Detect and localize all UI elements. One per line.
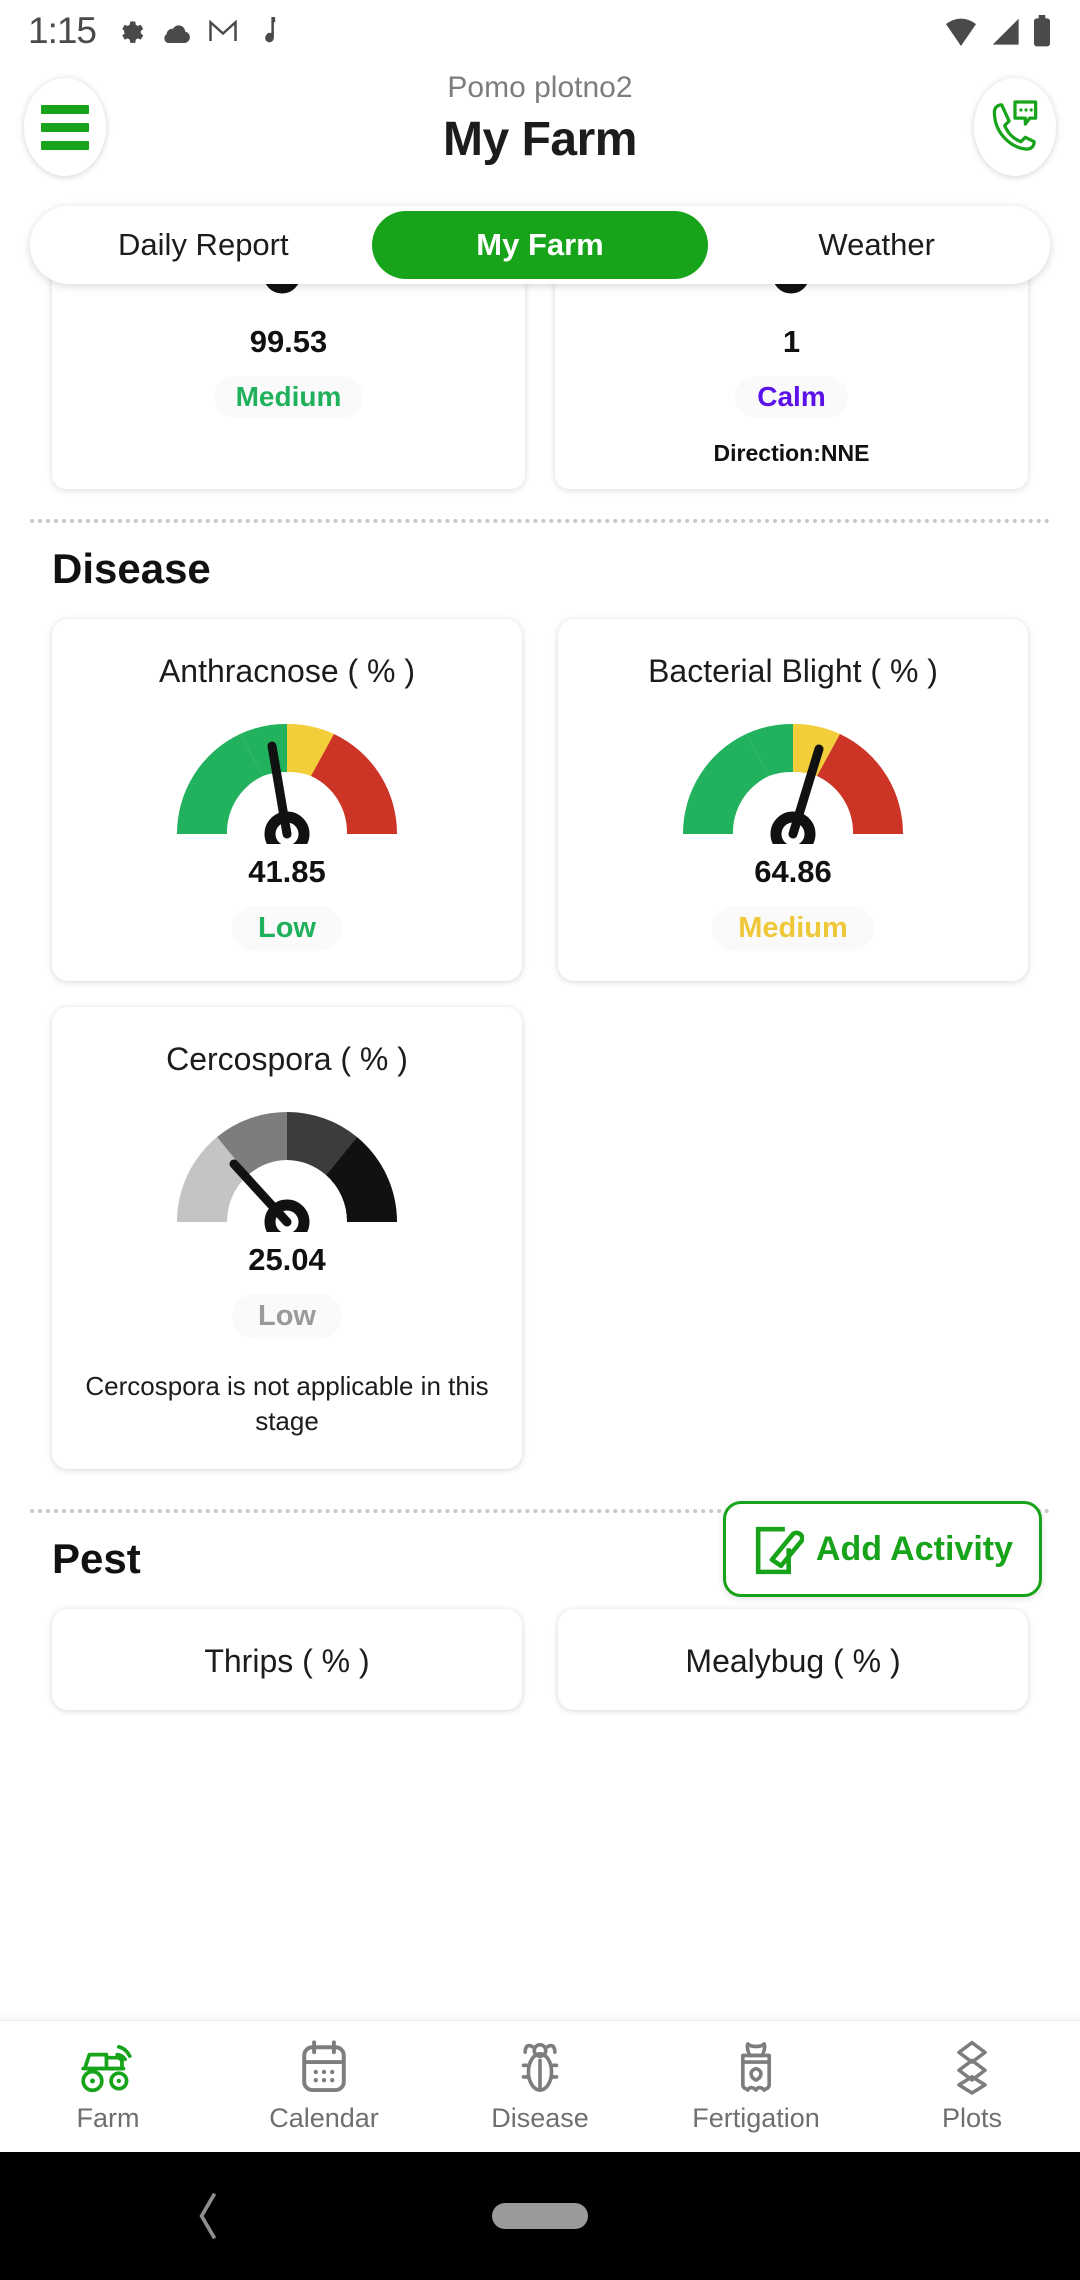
status-bar-system-icons (944, 15, 1052, 47)
fertilizer-bag-icon (741, 2042, 771, 2092)
nav-item-disease[interactable]: Disease (432, 2039, 648, 2134)
gmail-icon (209, 19, 237, 41)
bug-icon (521, 2042, 559, 2092)
add-activity-label: Add Activity (815, 1529, 1013, 1568)
status-badge: Calm (735, 376, 848, 418)
add-activity-button[interactable]: Add Activity (722, 1501, 1042, 1598)
status-badge: Low (232, 1294, 342, 1339)
phone-chat-icon (992, 100, 1038, 151)
system-navigation-bar (0, 2152, 1080, 2280)
disease-card-cercospora[interactable]: Cercospora ( % ) 25.04 Low Cercospora is… (52, 1007, 522, 1470)
nav-label: Farm (76, 2103, 140, 2133)
edit-note-icon (755, 1527, 804, 1575)
status-bar-clock: 1:15 (28, 10, 97, 51)
nav-label: Plots (941, 2103, 1003, 2133)
menu-button[interactable] (24, 78, 106, 176)
battery-icon (1034, 15, 1050, 47)
wifi-icon (946, 18, 976, 46)
disease-card-bacterial-blight[interactable]: Bacterial Blight ( % ) 64.86 Medium (558, 619, 1028, 981)
app-screen: 1:15 Pomo plotno2 My Farm Daily Report M… (0, 0, 1080, 2280)
app-bar-titles: Pomo plotno2 My Farm (0, 70, 1080, 167)
cloud-icon (164, 25, 190, 43)
back-chevron-icon[interactable] (196, 2191, 222, 2241)
gauge-title: Cercospora ( % ) (166, 1041, 408, 1077)
pest-heading: Pest (52, 1535, 141, 1583)
nav-item-plots[interactable]: Plots (864, 2039, 1080, 2134)
home-pill[interactable] (492, 2203, 588, 2229)
gauge-title: Mealybug ( % ) (685, 1643, 901, 1680)
bacterial-blight-gauge-icon (682, 723, 904, 844)
segmented-tabs: Daily Report My Farm Weather (30, 206, 1050, 284)
layers-icon (957, 2040, 987, 2095)
tab-weather[interactable]: Weather (708, 211, 1045, 279)
metric-card-wind[interactable]: 1 Calm Direction:NNE (555, 250, 1028, 489)
nav-label: Disease (491, 2103, 589, 2133)
gauge-value: 25.04 (248, 1242, 326, 1277)
tractor-icon (81, 2044, 132, 2093)
gauge-title: Anthracnose ( % ) (158, 653, 416, 689)
pest-card-mealybug[interactable]: Mealybug ( % ) (558, 1609, 1028, 1711)
page-title: My Farm (443, 113, 637, 166)
disease-heading: Disease (52, 545, 211, 592)
app-bar: Pomo plotno2 My Farm (0, 62, 1080, 192)
calendar-icon (302, 2040, 346, 2093)
disease-gauge-row-1: Anthracnose ( % ) 41.85 Low Bacterial Bl… (0, 593, 1080, 981)
gauge-value: 41.85 (248, 854, 326, 889)
metric-value: 1 (782, 324, 801, 359)
nav-item-calendar[interactable]: Calendar (216, 2039, 432, 2134)
anthracnose-gauge-icon (176, 723, 398, 844)
plot-subtitle: Pomo plotno2 (447, 71, 633, 104)
nav-item-farm[interactable]: Farm (0, 2039, 216, 2134)
music-note-icon (265, 17, 276, 43)
disease-gauge-row-2: Cercospora ( % ) 25.04 Low Cercospora is… (0, 981, 1080, 1470)
disease-card-anthracnose[interactable]: Anthracnose ( % ) 41.85 Low (52, 619, 522, 981)
empty-slot (558, 1007, 1028, 1469)
metric-value: 99.53 (249, 324, 328, 359)
signal-icon (992, 18, 1019, 45)
pest-card-thrips[interactable]: Thrips ( % ) (52, 1609, 522, 1711)
bottom-navigation: Farm Calendar Disease Fertigation Plots (0, 2020, 1080, 2152)
top-metric-cards: 99.53 Medium 1 Calm Direction:NNE (0, 250, 1080, 489)
disease-section-header: Disease (0, 523, 1080, 593)
nav-item-fertigation[interactable]: Fertigation (648, 2039, 864, 2134)
pest-section-header: Pest Add Activity (0, 1501, 1080, 1598)
pest-gauge-row: Thrips ( % ) Mealybug ( % ) (0, 1583, 1080, 1711)
gauge-value: 64.86 (754, 854, 832, 889)
cercospora-gauge-icon (176, 1111, 398, 1232)
tab-my-farm[interactable]: My Farm (371, 211, 709, 279)
gear-icon (122, 21, 144, 43)
segmented-tabs-container: Daily Report My Farm Weather (0, 192, 1080, 284)
nav-label: Calendar (269, 2103, 379, 2133)
metric-card-humidity[interactable]: 99.53 Medium (52, 250, 525, 489)
gauge-title: Thrips ( % ) (204, 1643, 370, 1680)
main-scroll-area[interactable]: 99.53 Medium 1 Calm Direction:NNE Diseas… (0, 250, 1080, 2090)
status-badge: Medium (213, 376, 364, 418)
call-support-button[interactable] (974, 78, 1056, 176)
status-badge: Low (232, 906, 342, 951)
tab-daily-report[interactable]: Daily Report (35, 211, 372, 279)
wind-direction-label: Direction:NNE (713, 440, 870, 466)
gauge-title: Bacterial Blight ( % ) (648, 653, 938, 689)
gauge-note: Cercospora is not applicable in this sta… (85, 1371, 489, 1437)
status-bar-notification-icons (114, 16, 276, 46)
status-bar: 1:15 (0, 0, 1080, 62)
hamburger-menu-icon (41, 104, 89, 150)
status-badge: Medium (712, 906, 874, 951)
nav-label: Fertigation (692, 2103, 820, 2133)
